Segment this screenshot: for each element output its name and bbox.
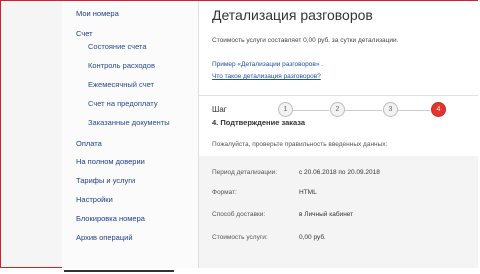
bottom-bar <box>64 270 174 272</box>
delivery-label: Способ доставки: <box>212 211 266 218</box>
sidebar-item-account[interactable]: Счет <box>76 29 93 38</box>
format-value: HTML <box>299 189 317 196</box>
sidebar-item-tariffs[interactable]: Тарифы и услуги <box>76 176 135 185</box>
cost-value: 0,00 руб. <box>299 234 326 241</box>
period-label: Период детализации: <box>212 169 278 176</box>
sidebar-item-monthly-bill[interactable]: Ежемесячный счет <box>88 80 154 89</box>
sidebar-item-settings[interactable]: Настройки <box>76 195 113 204</box>
sidebar-item-number-block[interactable]: Блокировка номера <box>76 214 145 223</box>
order-summary: Период детализации: с 20.06.2018 по 20.0… <box>199 156 478 269</box>
step-1-indicator: 1 <box>278 102 293 117</box>
step-connector <box>291 110 329 111</box>
sidebar-item-full-trust[interactable]: На полном доверии <box>76 157 145 166</box>
divider <box>199 95 478 96</box>
sidebar-item-account-status[interactable]: Состояние счета <box>88 42 147 51</box>
format-label: Формат: <box>212 189 237 196</box>
step-title: 4. Подтверждение заказа <box>212 118 306 127</box>
page-title: Детализация разговоров <box>212 7 373 23</box>
check-instructions: Пожалуйста, проверьте правильность введе… <box>212 141 388 148</box>
step-4-indicator: 4 <box>431 102 446 117</box>
sidebar-item-payment[interactable]: Оплата <box>76 139 102 148</box>
example-link[interactable]: Пример «Детализации разговоров» . <box>212 61 323 68</box>
sidebar-item-ordered-documents[interactable]: Заказанные документы <box>88 118 170 127</box>
sidebar-item-my-numbers[interactable]: Мои номера <box>76 9 119 18</box>
main-content: Детализация разговоров Стоимость услуги … <box>199 1 478 269</box>
sidebar-item-expense-control[interactable]: Контроль расходов <box>88 61 155 70</box>
step-connector <box>397 110 430 111</box>
sidebar-item-prepayment-bill[interactable]: Счет на предоплату <box>88 99 158 108</box>
screenshot-frame: Мои номера Счет Состояние счета Контроль… <box>0 0 478 269</box>
sidebar-item-operations-archive[interactable]: Архив операций <box>76 233 133 242</box>
step-2-indicator: 2 <box>330 102 345 117</box>
step-label: Шаг <box>212 105 227 114</box>
step-connector <box>344 110 382 111</box>
service-cost-text: Стоимость услуги составляет 0,00 руб. за… <box>212 37 399 44</box>
cost-label: Стоимость услуги: <box>212 234 268 241</box>
period-value: с 20.06.2018 по 20.09.2018 <box>299 169 380 176</box>
what-is-link[interactable]: Что такое детализация разговоров? <box>212 73 321 80</box>
delivery-value: в Личный кабинет <box>299 211 354 218</box>
step-3-indicator: 3 <box>383 102 398 117</box>
sidebar-nav: Мои номера Счет Состояние счета Контроль… <box>62 1 199 269</box>
